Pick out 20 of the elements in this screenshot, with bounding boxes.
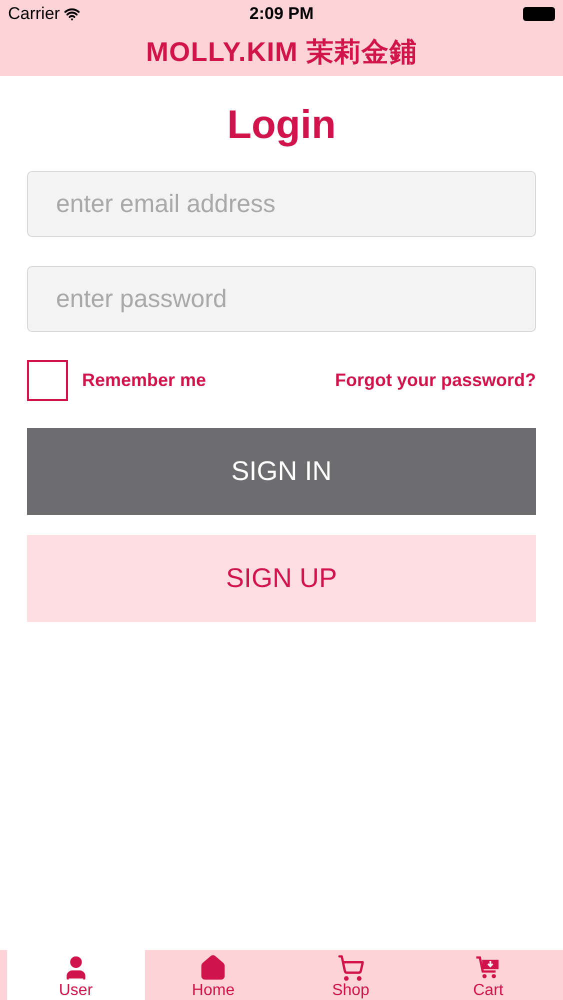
wifi-icon (64, 6, 80, 22)
password-field[interactable]: enter password (27, 266, 536, 332)
tab-label: Home (192, 982, 235, 1000)
tab-label: Cart (473, 982, 504, 1000)
battery-icon (523, 7, 555, 21)
tab-label: User (58, 982, 93, 1000)
forgot-password-link[interactable]: Forgot your password? (334, 367, 536, 394)
cart-icon (336, 954, 365, 982)
sign-up-button[interactable]: SIGN UP (27, 535, 536, 622)
remember-label: Remember me (82, 369, 206, 392)
home-icon (199, 954, 228, 982)
carrier-text: Carrier (8, 3, 60, 26)
app-title: MOLLY.KIM 茉莉金鋪 (146, 36, 417, 69)
tab-label: Shop (332, 982, 370, 1000)
sign-in-button[interactable]: SIGN IN (27, 428, 536, 515)
tab-bar-item[interactable]: User (7, 950, 144, 1000)
login-title: Login (226, 102, 337, 149)
remember-checkbox[interactable] (27, 360, 68, 401)
email-field[interactable]: enter email address (27, 171, 536, 237)
time-text: 2:09 PM (249, 3, 314, 26)
